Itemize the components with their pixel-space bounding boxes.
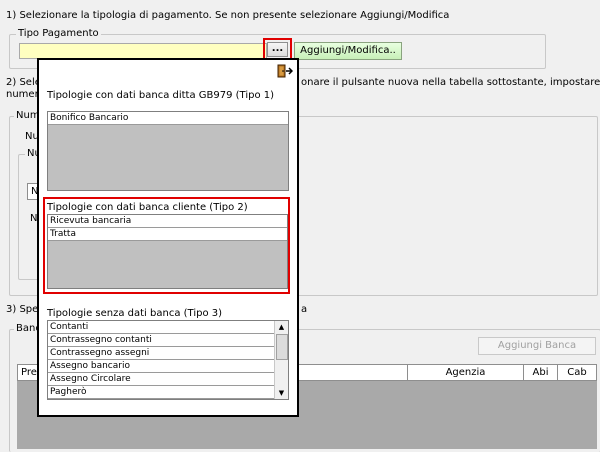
list-item[interactable]: Contrassegno assegni <box>48 347 275 360</box>
col-header-cab[interactable]: Cab <box>558 365 596 380</box>
step2-instruction-line2: numer <box>6 89 39 100</box>
step2-instruction-suffix: onare il pulsante nuova nella tabella so… <box>301 77 600 88</box>
list-item[interactable]: Assegno bancario <box>48 360 275 373</box>
section1-listbox[interactable]: Bonifico Bancario <box>47 111 289 191</box>
list-item[interactable]: Assegno Circolare <box>48 373 275 386</box>
tipo-pagamento-input[interactable] <box>19 43 267 59</box>
step3-instruction-prefix: 3) Spe <box>6 304 39 315</box>
step1-instruction: 1) Selezionare la tipologia di pagamento… <box>6 10 450 21</box>
list-item[interactable]: Contrassegno contanti <box>48 334 275 347</box>
tipo-pagamento-title: Tipo Pagamento <box>16 28 101 40</box>
section3-title: Tipologie senza dati banca (Tipo 3) <box>47 308 223 319</box>
list-item[interactable]: Contanti <box>48 321 275 334</box>
tipologie-popup: Tipologie con dati banca ditta GB979 (Ti… <box>37 58 299 417</box>
aggiungi-banca-button[interactable]: Aggiungi Banca <box>478 337 596 355</box>
scroll-down-arrow-icon[interactable]: ▼ <box>275 387 288 399</box>
scroll-up-arrow-icon[interactable]: ▲ <box>275 321 288 333</box>
list-item[interactable]: Tratta <box>48 228 287 241</box>
section1-title: Tipologie con dati banca ditta GB979 (Ti… <box>47 90 275 101</box>
col-header-agenzia[interactable]: Agenzia <box>408 365 524 380</box>
ellipsis-button[interactable]: ... <box>267 42 288 57</box>
step3-instruction-suffix: a <box>301 304 308 315</box>
step2-instruction-prefix: 2) Sele <box>6 77 41 88</box>
section2-listbox[interactable]: Ricevuta bancaria Tratta <box>47 214 288 289</box>
section3-scrollbar[interactable]: ▲ ▼ <box>274 321 288 399</box>
scroll-thumb[interactable] <box>276 334 288 360</box>
aggiungi-modifica-button[interactable]: Aggiungi/Modifica.. <box>294 42 402 60</box>
section3-listbox[interactable]: Contanti Contrassegno contanti Contrasse… <box>47 320 289 400</box>
list-item[interactable]: Bonifico Bancario <box>48 112 288 125</box>
list-item[interactable]: Pagherò <box>48 386 275 399</box>
section2-title: Tipologie con dati banca cliente (Tipo 2… <box>47 202 248 213</box>
list-item[interactable]: Ricevuta bancaria <box>48 215 287 228</box>
exit-door-icon[interactable] <box>277 64 294 78</box>
col-header-abi[interactable]: Abi <box>524 365 558 380</box>
